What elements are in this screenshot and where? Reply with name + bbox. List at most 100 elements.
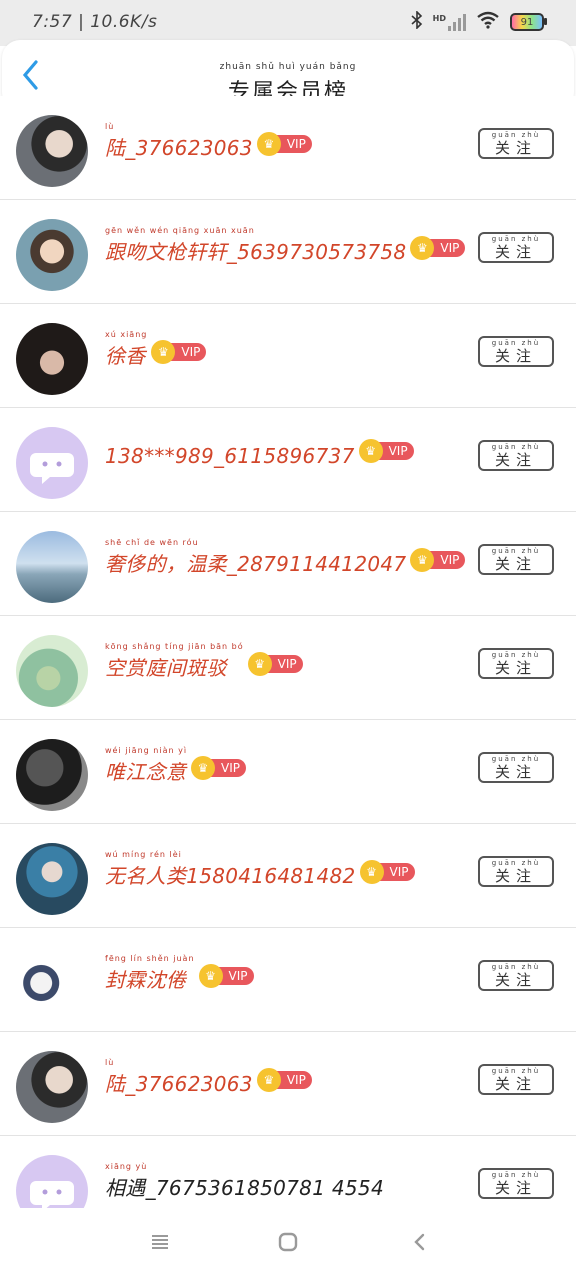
crown-icon: ♛	[151, 340, 176, 364]
member-name: 陆_376623063	[105, 1072, 253, 1096]
vip-label: VIP	[440, 241, 460, 255]
avatar[interactable]	[16, 1051, 88, 1123]
member-name-pinyin: lù	[105, 1058, 115, 1067]
member-name-pinyin: fēng lín shěn juàn	[105, 954, 195, 963]
avatar[interactable]	[16, 843, 88, 915]
crown-icon: ♛	[247, 652, 272, 676]
member-name-group: wéi jiāng niàn yì 唯江念意 ♛ VIP	[105, 746, 247, 785]
follow-button[interactable]: guān zhù 关注	[478, 1168, 554, 1199]
member-name-group: wú míng rén lèi 无名人类1580416481482 ♛ VIP	[105, 850, 415, 889]
member-row[interactable]: 138***989_6115896737 ♛ VIP guān zhù 关注	[0, 408, 576, 512]
member-row[interactable]: gēn wěn wén qiāng xuān xuān 跟吻文枪轩轩_563973…	[0, 200, 576, 304]
member-name: 空赏庭间斑驳	[105, 656, 227, 680]
back-icon[interactable]	[406, 1230, 434, 1258]
crown-icon: ♛	[359, 860, 384, 884]
member-name: 陆_376623063	[105, 136, 253, 160]
member-list[interactable]: lù 陆_376623063 ♛ VIP guān zhù 关注 gēn wěn wén q…	[0, 96, 576, 1208]
follow-label: 关注	[494, 971, 537, 989]
avatar[interactable]	[16, 739, 88, 811]
member-row[interactable]: wú míng rén lèi 无名人类1580416481482 ♛ VIP guān…	[0, 824, 576, 928]
vip-label: VIP	[286, 137, 306, 151]
signal-icon: HD	[432, 13, 466, 31]
follow-button[interactable]: guān zhù 关注	[478, 1064, 554, 1095]
member-name: 无名人类1580416481482	[105, 864, 356, 888]
member-name-group: lù 陆_376623063 ♛ VIP	[105, 1058, 312, 1097]
member-name: 138***989_6115896737	[105, 444, 355, 468]
follow-label: 关注	[494, 451, 537, 469]
member-name-pinyin: wú míng rén lèi	[105, 850, 182, 859]
avatar[interactable]	[16, 323, 88, 395]
avatar[interactable]	[16, 635, 88, 707]
member-row[interactable]: xú xiāng 徐香 ♛ VIP guān zhù 关注	[0, 304, 576, 408]
member-row[interactable]: shē chǐ de wēn róu 奢侈的，温柔_2879114412047 ♛ V…	[0, 512, 576, 616]
member-row[interactable]: lù 陆_376623063 ♛ VIP guān zhù 关注	[0, 96, 576, 200]
avatar[interactable]	[16, 531, 88, 603]
member-name-group: xiāng yù 相遇_7675361850781 4554	[105, 1162, 384, 1201]
follow-label: 关注	[494, 1075, 537, 1093]
vip-badge: ♛ VIP	[198, 964, 254, 988]
vip-badge: ♛ VIP	[256, 132, 312, 156]
follow-label: 关注	[494, 763, 537, 781]
follow-button[interactable]: guān zhù 关注	[478, 856, 554, 887]
member-name: 封霖沈倦	[105, 968, 187, 992]
title-pinyin: zhuān shǔ huì yuán bǎng	[219, 62, 357, 72]
avatar[interactable]	[16, 947, 88, 1019]
crown-icon: ♛	[410, 548, 435, 572]
follow-button[interactable]: guān zhù 关注	[478, 960, 554, 991]
vip-badge: ♛ VIP	[151, 340, 207, 364]
member-name-pinyin: xiāng yù	[105, 1162, 148, 1171]
crown-icon: ♛	[256, 1068, 281, 1092]
vip-badge: ♛ VIP	[358, 439, 414, 463]
member-name-group: shē chǐ de wēn róu 奢侈的，温柔_2879114412047 ♛ V…	[105, 538, 466, 577]
member-name-group: xú xiāng 徐香 ♛ VIP	[105, 330, 207, 369]
member-row[interactable]: fēng lín shěn juàn 封霖沈倦 ♛ VIP guān zhù 关注	[0, 928, 576, 1032]
vip-label: VIP	[181, 345, 201, 359]
follow-label: 关注	[494, 1179, 537, 1197]
home-icon[interactable]	[274, 1230, 302, 1258]
follow-label: 关注	[494, 139, 537, 157]
follow-button[interactable]: guān zhù 关注	[478, 544, 554, 575]
avatar[interactable]	[16, 427, 88, 499]
member-row[interactable]: xiāng yù 相遇_7675361850781 4554 guān zhù 关注	[0, 1136, 576, 1208]
crown-icon: ♛	[256, 132, 281, 156]
follow-button[interactable]: guān zhù 关注	[478, 232, 554, 263]
crown-icon: ♛	[191, 756, 216, 780]
follow-button[interactable]: guān zhù 关注	[478, 128, 554, 159]
member-name-group: 138***989_6115896737 ♛ VIP	[105, 434, 414, 468]
member-name-group: gēn wěn wén qiāng xuān xuān 跟吻文枪轩轩_563973…	[105, 226, 466, 265]
member-name: 奢侈的，温柔_2879114412047	[105, 552, 407, 576]
vip-badge: ♛ VIP	[256, 1068, 312, 1092]
member-row[interactable]: lù 陆_376623063 ♛ VIP guān zhù 关注	[0, 1032, 576, 1136]
network-type: HD	[432, 13, 446, 23]
member-row[interactable]: wéi jiāng niàn yì 唯江念意 ♛ VIP guān zhù 关注	[0, 720, 576, 824]
status-time: 7:57 | 10.6K/s	[32, 12, 158, 32]
battery-level: 91	[520, 16, 534, 28]
follow-label: 关注	[494, 659, 537, 677]
follow-button[interactable]: guān zhù 关注	[478, 752, 554, 783]
battery-icon: 91	[510, 13, 547, 31]
vip-badge: ♛ VIP	[191, 756, 247, 780]
member-name-group: lù 陆_376623063 ♛ VIP	[105, 122, 312, 161]
vip-label: VIP	[389, 865, 409, 879]
vip-label: VIP	[277, 657, 297, 671]
vip-badge: ♛ VIP	[410, 236, 466, 260]
member-name: 相遇_7675361850781 4554	[105, 1176, 384, 1200]
member-name: 唯江念意	[105, 760, 187, 784]
vip-label: VIP	[440, 553, 460, 567]
vip-label: VIP	[388, 444, 408, 458]
follow-label: 关注	[494, 867, 537, 885]
follow-button[interactable]: guān zhù 关注	[478, 440, 554, 471]
avatar[interactable]	[16, 1155, 88, 1208]
member-row[interactable]: kōng shǎng tíng jiān bān bó 空赏庭间斑驳 ♛ VIP guā…	[0, 616, 576, 720]
member-name: 跟吻文枪轩轩_5639730573758	[105, 240, 407, 264]
menu-icon[interactable]	[146, 1230, 174, 1258]
follow-label: 关注	[494, 555, 537, 573]
follow-button[interactable]: guān zhù 关注	[478, 648, 554, 679]
member-name-pinyin: xú xiāng	[105, 330, 148, 339]
avatar[interactable]	[16, 219, 88, 291]
avatar[interactable]	[16, 115, 88, 187]
follow-button[interactable]: guān zhù 关注	[478, 336, 554, 367]
member-name-pinyin: wéi jiāng niàn yì	[105, 746, 188, 755]
member-name-group: fēng lín shěn juàn 封霖沈倦 ♛ VIP	[105, 954, 254, 993]
crown-icon: ♛	[410, 236, 435, 260]
